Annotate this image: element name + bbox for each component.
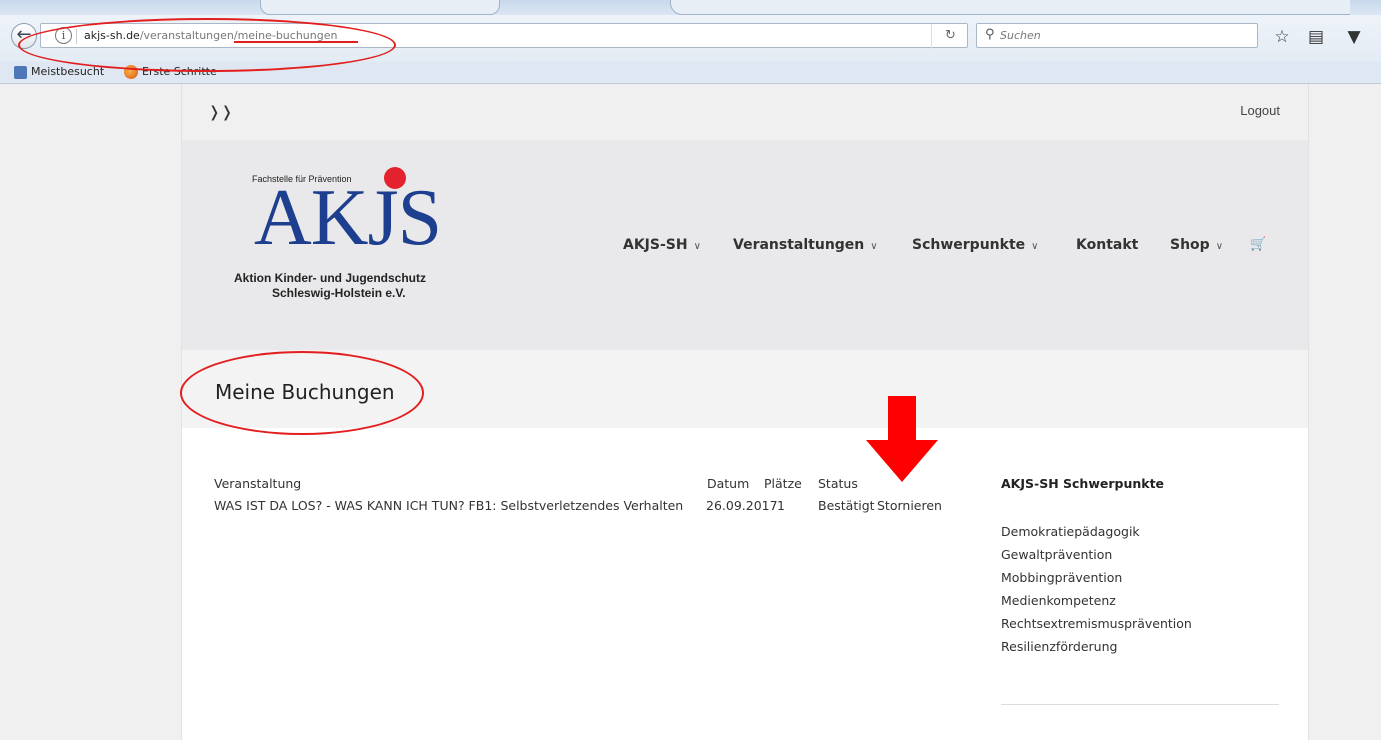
annotation-circle-title <box>180 351 424 435</box>
cancel-booking-link[interactable]: Stornieren <box>877 498 942 513</box>
browser-navbar: ← i akjs-sh.de/veranstaltungen/meine-buc… <box>0 15 1381 62</box>
cart-icon[interactable]: 🛒 <box>1250 237 1266 252</box>
search-bar[interactable]: ⚲ Suchen <box>976 23 1258 48</box>
nav-item-shop[interactable]: Shop ∨ <box>1170 237 1223 253</box>
nav-item-schwerpunkte[interactable]: Schwerpunkte ∨ <box>912 237 1038 253</box>
sidebar-divider <box>1001 704 1279 705</box>
browser-tab-active[interactable] <box>670 0 1350 15</box>
logout-link[interactable]: Logout <box>1240 103 1280 118</box>
nav-label: Schwerpunkte <box>912 237 1026 253</box>
browser-tab[interactable] <box>260 0 500 15</box>
column-header-veranstaltung: Veranstaltung <box>214 476 302 491</box>
bookmark-item[interactable]: Erste Schritte <box>124 65 217 79</box>
column-header-datum: Datum <box>707 476 750 491</box>
column-header-plaetze: Plätze <box>764 476 802 491</box>
reading-list-icon[interactable]: ▤ <box>1306 27 1326 47</box>
firefox-icon <box>124 65 138 79</box>
sidebar-item-gewaltpraevention[interactable]: Gewaltprävention <box>1001 547 1112 562</box>
search-icon: ⚲ <box>985 27 995 42</box>
reload-icon[interactable]: ↻ <box>931 24 969 49</box>
star-icon[interactable]: ☆ <box>1272 27 1292 47</box>
browser-tabstrip <box>0 0 1381 15</box>
sidebar-title: AKJS-SH Schwerpunkte <box>1001 476 1165 491</box>
column-header-status: Status <box>818 476 858 491</box>
search-placeholder: Suchen <box>1000 29 1041 42</box>
logo-subtitle-line1: Aktion Kinder- und Jugendschutz <box>234 271 426 285</box>
bookmark-folder-icon <box>14 65 27 79</box>
logo-subtitle-line2: Schleswig-Holstein e.V. <box>272 286 406 300</box>
bookmark-label: Erste Schritte <box>142 65 217 78</box>
url-bar[interactable]: i akjs-sh.de/veranstaltungen/meine-buchu… <box>40 23 969 49</box>
bookmark-item[interactable]: Meistbesucht <box>14 65 104 79</box>
chevron-down-icon: ∨ <box>693 241 701 252</box>
bookmarks-bar: Meistbesucht Erste Schritte <box>0 62 1381 84</box>
cell-datum: 26.09.2017 <box>706 498 778 513</box>
top-bar: ❭❭ Logout <box>182 84 1308 140</box>
nav-label: AKJS-SH <box>623 237 688 253</box>
rss-icon[interactable]: ❭❭ <box>208 103 233 121</box>
site-header: Fachstelle für Prävention AKJS Aktion Ki… <box>182 140 1308 350</box>
nav-label: Shop <box>1170 237 1210 253</box>
cell-veranstaltung[interactable]: WAS IST DA LOS? - WAS KANN ICH TUN? FB1:… <box>214 498 683 513</box>
sidebar-item-demokratiepaedagogik[interactable]: Demokratiepädagogik <box>1001 524 1140 539</box>
annotation-underline-url <box>234 41 358 43</box>
nav-item-akjs-sh[interactable]: AKJS-SH ∨ <box>623 237 701 253</box>
annotation-arrow-head <box>866 440 938 482</box>
sidebar-item-mobbingpraevention[interactable]: Mobbingprävention <box>1001 570 1122 585</box>
cell-plaetze: 1 <box>777 498 785 513</box>
nav-item-kontakt[interactable]: Kontakt <box>1076 237 1138 253</box>
sidebar-item-rechtsextremismuspraevention[interactable]: Rechtsextremismusprävention <box>1001 616 1192 631</box>
sidebar-item-resilienzfoerderung[interactable]: Resilienzförderung <box>1001 639 1117 654</box>
sidebar-item-medienkompetenz[interactable]: Medienkompetenz <box>1001 593 1116 608</box>
chevron-down-icon: ∨ <box>1215 241 1224 252</box>
url-host: akjs-sh.de <box>84 29 140 42</box>
cell-status: Bestätigt <box>818 498 875 513</box>
chevron-down-icon: ∨ <box>870 241 878 252</box>
pocket-icon[interactable]: ▼ <box>1344 27 1364 47</box>
nav-label: Veranstaltungen <box>733 237 865 253</box>
info-icon[interactable]: i <box>55 27 72 44</box>
back-arrow-icon[interactable]: ← <box>11 23 37 49</box>
url-separator <box>76 29 77 44</box>
bookmark-label: Meistbesucht <box>31 65 105 78</box>
nav-item-veranstaltungen[interactable]: Veranstaltungen ∨ <box>733 237 878 253</box>
nav-label: Kontakt <box>1076 237 1139 253</box>
logo-wordmark: AKJS <box>254 174 442 262</box>
annotation-arrow-icon <box>888 396 916 440</box>
chevron-down-icon: ∨ <box>1031 241 1039 252</box>
main-content: Veranstaltung Datum Plätze Status WAS IS… <box>182 428 1308 740</box>
